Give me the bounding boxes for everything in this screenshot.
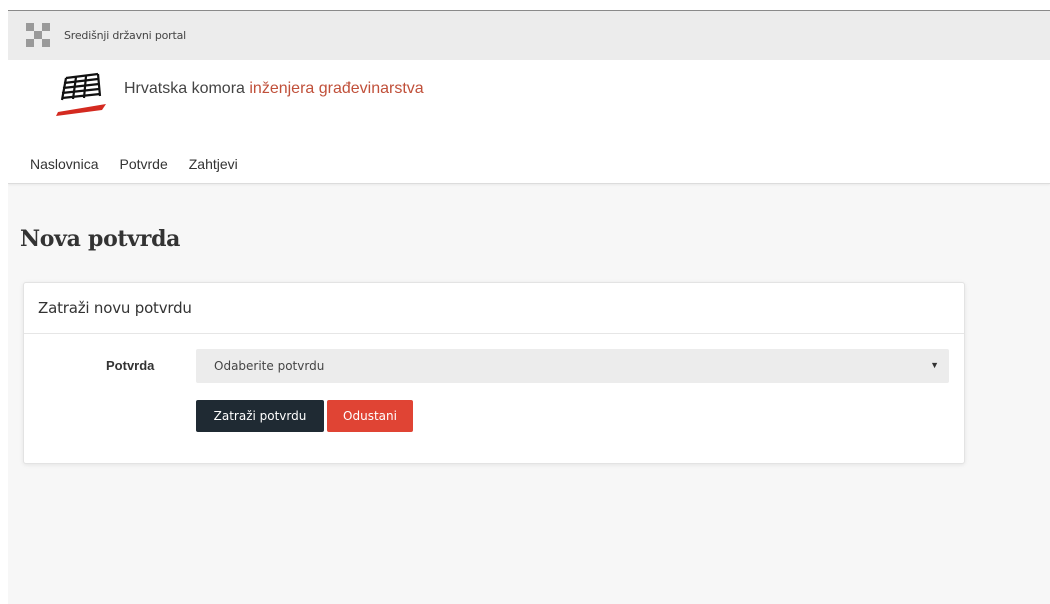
stacked-plates-logo-icon[interactable] [54,70,110,116]
card-title: Zatraži novu potvrdu [38,299,192,317]
nav-item-naslovnica[interactable]: Naslovnica [30,156,98,172]
org-header: Hrvatska komora inženjera građevinarstva… [8,60,1050,184]
app-frame: Središnji državni portal Hrvatska komora… [8,10,1050,604]
request-card: Zatraži novu potvrdu Potvrda Odaberite p… [23,282,965,464]
nav-item-zahtjevi[interactable]: Zahtjevi [189,156,238,172]
card-header: Zatraži novu potvrdu [24,283,964,334]
main-nav: Naslovnica Potvrde Zahtjevi [30,156,259,172]
cancel-button[interactable]: Odustani [327,400,413,432]
potvrda-label: Potvrda [106,358,155,373]
portal-bar: Središnji državni portal [8,10,1050,60]
request-potvrda-button[interactable]: Zatraži potvrdu [196,400,324,432]
croatian-checkerboard-icon[interactable] [26,22,52,49]
portal-name-link[interactable]: Središnji državni portal [64,29,186,42]
potvrda-select[interactable]: Odaberite potvrdu ▼ [196,349,949,383]
org-title-plain: Hrvatska komora [124,80,250,97]
nav-item-potvrde[interactable]: Potvrde [119,156,167,172]
form-row-potvrda: Potvrda Odaberite potvrdu ▼ [24,349,964,383]
potvrda-select-value: Odaberite potvrdu [214,359,325,373]
dropdown-arrow-icon: ▼ [930,360,939,370]
page-title: Nova potvrda [20,226,181,252]
org-title-accent: inženjera građevinarstva [249,80,424,97]
org-title[interactable]: Hrvatska komora inženjera građevinarstva [124,80,424,98]
